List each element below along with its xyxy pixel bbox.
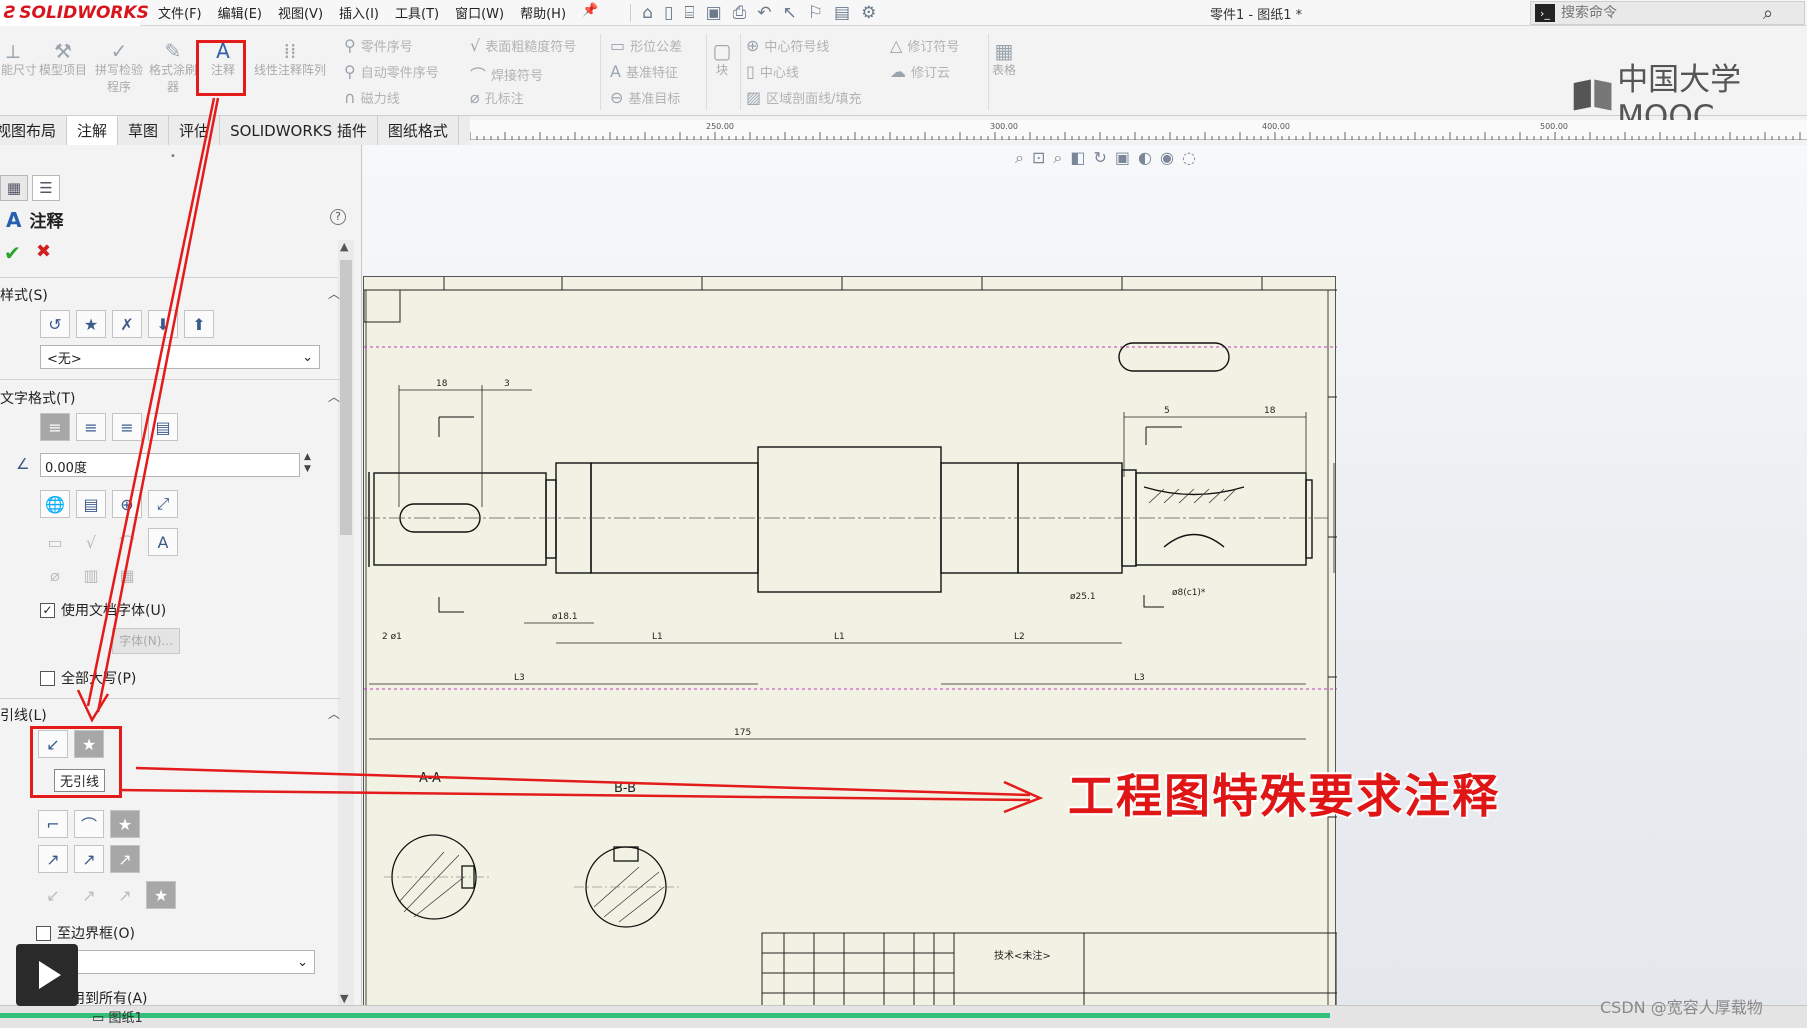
csdn-watermark: CSDN @宽容人厚载物 [1600,998,1763,1017]
annotation-arrows [76,97,1044,814]
play-icon [39,961,61,989]
sheet-tab[interactable]: ▭ 图纸1 [92,1007,143,1026]
solidworks-window: Ƨ SOLIDWORKS 文件(F) 编辑(E) 视图(V) 插入(I) 工具(… [0,0,1807,1028]
video-play-button[interactable] [16,944,78,1006]
sheet-icon: ▭ [92,1011,105,1026]
annotation-callout-text: 工程图特殊要求注释 [1068,769,1500,823]
video-progress-bar[interactable] [0,1013,1330,1018]
